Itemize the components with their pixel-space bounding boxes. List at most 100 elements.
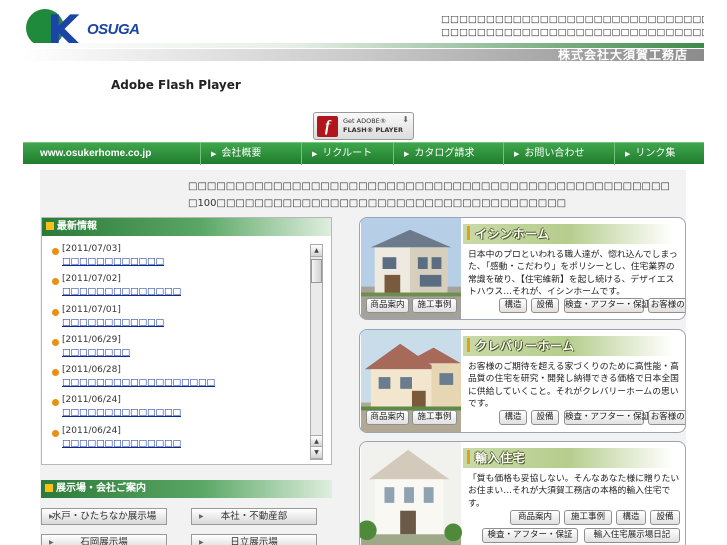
title-marker bbox=[467, 338, 470, 352]
equipment-button[interactable]: 設備 bbox=[531, 298, 559, 313]
main-nav: www.osukerhome.co.jp ▶ 会社概要 ▶ リクルート ▶ カタログ請… bbox=[23, 142, 704, 165]
showroom-button-label: 日立展示場 bbox=[230, 537, 278, 545]
site-header: K OSUGA □□□□□□□□□□□□□□□□□□□□□□□□□□□□□□□□… bbox=[23, 7, 704, 62]
brand-name: クレバリーホーム bbox=[475, 339, 575, 353]
brand-buttons: 商品案内 施工事例 構造 設備 検査・アフター・保証 お客様の声 bbox=[360, 410, 685, 426]
arrow-right-icon: ▶ bbox=[199, 513, 204, 520]
news-link[interactable]: □□□□□□□□□□□□□□ bbox=[62, 408, 181, 419]
news-link[interactable]: □□□□□□□□□□□□□□□□□□ bbox=[62, 378, 215, 389]
news-date: [2011/06/29] bbox=[62, 334, 121, 345]
tagline-line-1: □□□□□□□□□□□□□□□□□□□□□□□□□□□□□□□□ bbox=[441, 14, 704, 25]
showroom-button-hitachi[interactable]: ▶ 日立展示場 bbox=[191, 534, 317, 545]
bullet-dot-icon bbox=[52, 308, 59, 316]
flash-f-icon: f bbox=[317, 116, 338, 137]
bullet-dot-icon bbox=[52, 278, 59, 286]
brand-description: 「質も価格も妥協しない。そんなあなた様に贈りたいお住まい…それが大須賀工務店の本… bbox=[468, 474, 680, 509]
news-link[interactable]: □□□□□□□□□□□□ bbox=[62, 318, 164, 329]
showroom-header: 展示場・会社ご案内 bbox=[41, 480, 332, 498]
title-marker bbox=[467, 450, 470, 464]
square-bullet-icon bbox=[46, 222, 54, 230]
logo-text: OSUGA bbox=[87, 21, 140, 38]
arrow-right-icon: ▶ bbox=[49, 513, 54, 520]
nav-item-links[interactable]: ▶ リンク集 bbox=[614, 143, 704, 165]
arrow-right-icon: ▶ bbox=[404, 150, 410, 158]
header-tagline: □□□□□□□□□□□□□□□□□□□□□□□□□□□□□□□□ □□□□□□□… bbox=[441, 13, 704, 39]
inspection-button[interactable]: 検査・アフター・保証 bbox=[564, 410, 650, 425]
brand-description: お客様のご期待を超える家づくりのために高性能・高品質の住宅を研究・開発し納得でき… bbox=[468, 362, 679, 409]
showroom-button-label: 本社・不動産部 bbox=[220, 511, 288, 522]
bullet-dot-icon bbox=[52, 248, 59, 255]
brand-name: 輸入住宅 bbox=[475, 451, 526, 465]
showroom-diary-button[interactable]: 輸入住宅展示場日記 bbox=[584, 528, 680, 543]
products-button[interactable]: 商品案内 bbox=[510, 510, 560, 525]
news-date: [2011/07/03] bbox=[62, 244, 121, 254]
square-bullet-icon bbox=[45, 484, 53, 492]
showroom-panel: 展示場・会社ご案内 ▶ 水戸・ひたちなか展示場 ▶ 本社・不動産部 ▶ 石岡展示場 ▶… bbox=[41, 480, 332, 545]
bullet-dot-icon bbox=[52, 338, 59, 346]
download-arrow-icon: ⬇ bbox=[402, 115, 409, 124]
cases-button[interactable]: 施工事例 bbox=[412, 410, 457, 425]
arrow-right-icon: ▶ bbox=[199, 539, 204, 545]
news-date: [2011/07/02] bbox=[62, 274, 121, 285]
arrow-right-icon: ▶ bbox=[514, 150, 520, 158]
scroll-up-icon[interactable]: ▲ bbox=[311, 435, 322, 447]
nav-item-label: お問い合わせ bbox=[524, 148, 585, 159]
get-flash-player-button[interactable]: f Get ADOBE® FLASH® PLAYER ⬇ bbox=[313, 112, 414, 140]
brand-title: 輸入住宅 bbox=[463, 448, 673, 468]
nav-item-label: カタログ請求 bbox=[414, 148, 475, 159]
showroom-button-label: 石岡展示場 bbox=[80, 537, 128, 545]
site-url: www.osukerhome.co.jp bbox=[40, 148, 152, 159]
news-link[interactable]: □□□□□□□□ bbox=[62, 348, 130, 359]
bullet-dot-icon bbox=[52, 429, 59, 437]
brand-description: 日本中のプロといわれる職人達が、惚れ込んでしまった、「感動・こだわり」をポリシー… bbox=[468, 250, 678, 297]
brand-name: イシンホーム bbox=[475, 227, 550, 241]
cases-button[interactable]: 施工事例 bbox=[564, 510, 612, 525]
equipment-button[interactable]: 設備 bbox=[531, 410, 559, 425]
structure-button[interactable]: 構造 bbox=[616, 510, 646, 525]
inspection-button[interactable]: 検査・アフター・保証 bbox=[564, 298, 650, 313]
nav-item-label: リンク集 bbox=[635, 148, 676, 159]
news-item: [2011/06/24] □□□□□□□□□□□□□□ bbox=[50, 426, 308, 456]
cases-button[interactable]: 施工事例 bbox=[412, 298, 457, 313]
arrow-right-icon: ▶ bbox=[312, 150, 318, 158]
intro-line-2: □100□□□□□□□□□□□□□□□□□□□□□□□□□□□□□□□□□□□□… bbox=[188, 198, 567, 209]
customer-voice-button[interactable]: お客様の声 bbox=[648, 298, 685, 313]
nav-item-contact[interactable]: ▶ お問い合わせ bbox=[503, 143, 614, 165]
news-heading: 最新情報 bbox=[57, 221, 97, 232]
showroom-heading: 展示場・会社ご案内 bbox=[56, 483, 146, 494]
news-item: [2011/07/02] □□□□□□□□□□□□□□ bbox=[50, 274, 308, 304]
showroom-button-head-office[interactable]: ▶ 本社・不動産部 bbox=[191, 508, 317, 525]
news-list: [2011/07/03] □□□□□□□□□□□□ [2011/07/02] □… bbox=[50, 244, 308, 456]
news-header: 最新情報 bbox=[42, 218, 331, 236]
company-name-bar: 株式会社大須賀工務店 bbox=[23, 48, 704, 62]
news-date: [2011/06/24] bbox=[62, 425, 121, 436]
customer-voice-button[interactable]: お客様の声 bbox=[648, 410, 685, 425]
news-scrollbar[interactable]: ▲ ▲ ▼ bbox=[310, 244, 323, 460]
showroom-button-ishioka[interactable]: ▶ 石岡展示場 bbox=[41, 534, 167, 545]
scroll-down-icon[interactable]: ▼ bbox=[311, 447, 322, 459]
brand-buttons: 商品案内 施工事例 構造 設備 bbox=[360, 510, 685, 526]
scroll-up-icon[interactable]: ▲ bbox=[311, 245, 322, 257]
structure-button[interactable]: 構造 bbox=[499, 410, 527, 425]
news-link[interactable]: □□□□□□□□□□□□ bbox=[62, 257, 164, 268]
nav-item-recruit[interactable]: ▶ リクルート bbox=[301, 143, 393, 165]
nav-item-catalog[interactable]: ▶ カタログ請求 bbox=[393, 143, 503, 165]
arrow-right-icon: ▶ bbox=[625, 150, 631, 158]
showroom-button-mito[interactable]: ▶ 水戸・ひたちなか展示場 bbox=[41, 508, 167, 525]
products-button[interactable]: 商品案内 bbox=[366, 298, 409, 313]
inspection-button[interactable]: 検査・アフター・保証 bbox=[482, 528, 578, 543]
showroom-button-label: 水戸・ひたちなか展示場 bbox=[51, 511, 157, 522]
news-link[interactable]: □□□□□□□□□□□□□□ bbox=[62, 287, 181, 298]
structure-button[interactable]: 構造 bbox=[499, 298, 527, 313]
news-item: [2011/07/01] □□□□□□□□□□□□ bbox=[50, 305, 308, 335]
arrow-right-icon: ▶ bbox=[211, 150, 217, 158]
news-link[interactable]: □□□□□□□□□□□□□□ bbox=[62, 439, 181, 450]
intro-line-1: □□□□□□□□□□□□□□□□□□□□□□□□□□□□□□□□□□□□□□□□… bbox=[188, 181, 670, 192]
flash-placeholder-title: Adobe Flash Player bbox=[111, 78, 241, 92]
equipment-button[interactable]: 設備 bbox=[650, 510, 680, 525]
products-button[interactable]: 商品案内 bbox=[366, 410, 409, 425]
intro-text: □□□□□□□□□□□□□□□□□□□□□□□□□□□□□□□□□□□□□□□□… bbox=[188, 178, 684, 212]
scroll-thumb[interactable] bbox=[311, 259, 322, 283]
news-item: [2011/06/29] □□□□□□□□ bbox=[50, 335, 308, 365]
nav-item-company[interactable]: ▶ 会社概要 bbox=[200, 143, 301, 165]
